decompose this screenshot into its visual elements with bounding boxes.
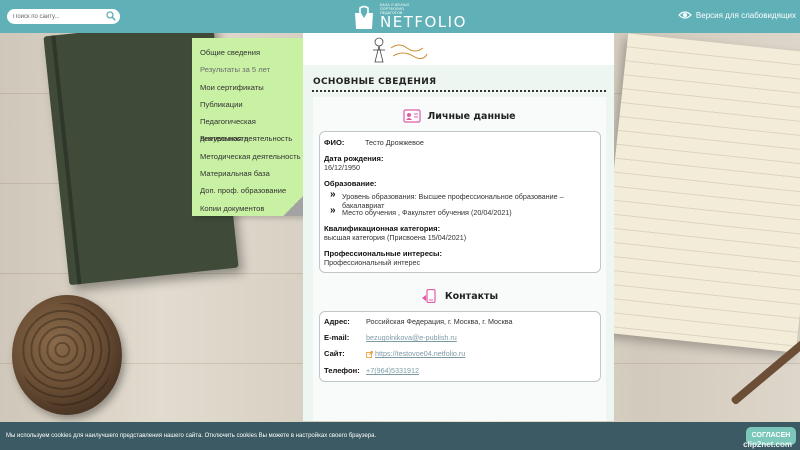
sidebar-item-results[interactable]: Результаты за 5 лет [192,61,303,78]
phone-link[interactable]: +7(964)5331912 [366,366,419,375]
sidebar-item-pedagogical[interactable]: Педагогическая деятельность [192,113,303,143]
section-divider [312,90,606,92]
site-link-wrapper: https://testovoe04.netfolio.ru [366,349,465,358]
site-logo[interactable]: БАЗА УЧЕБНЫХ ПОРТФОЛИО ПЕДАГОГОВ NETFOLI… [352,3,467,30]
menu-page-fold [283,196,303,216]
visually-impaired-label: Версия для слабовидящих [695,10,796,20]
eye-icon [678,11,692,19]
address-value: Российская Федерация, г. Москва, г. Моск… [366,317,513,326]
phone-label: Телефон: [324,366,360,375]
sidebar-item-general[interactable]: Общие сведения [192,44,303,61]
school-logo-bar [303,33,614,65]
logo-wordmark: NETFOLIO [380,13,467,31]
section-title: ОСНОВНЫЕ СВЕДЕНИЯ [313,77,437,87]
external-link-icon [366,350,373,358]
search-box [7,9,120,24]
site-header: БАЗА УЧЕБНЫХ ПОРТФОЛИО ПЕДАГОГОВ NETFOLI… [0,0,800,33]
site-link[interactable]: https://testovoe04.netfolio.ru [375,349,465,358]
education-label: Образование: [324,179,377,188]
personal-data-title: Личные данные [427,110,516,122]
info-panel: Личные данные ФИО: Тесто Дрожжевое Дата … [313,97,606,421]
sidebar-item-methodical[interactable]: Методическая деятельность [192,148,303,165]
personal-data-header: Личные данные [313,109,606,123]
birth-date-label: Дата рождения: [324,154,384,163]
bullet-icon: » [330,205,336,216]
contacts-card: Адрес: Российская Федерация, г. Москва, … [319,311,601,382]
background-notebook [596,33,800,353]
site-label: Сайт: [324,349,345,358]
sidebar-item-material-base[interactable]: Материальная база [192,165,303,182]
visually-impaired-link[interactable]: Версия для слабовидящих [678,10,796,20]
fio-label: ФИО: [324,138,345,147]
school-logo [373,37,428,63]
personal-data-card: ФИО: Тесто Дрожжевое Дата рождения: 16/1… [319,131,601,273]
clip2net-watermark: clip2net.com [743,440,792,449]
contacts-title: Контакты [444,290,499,302]
phone-icon [421,289,436,303]
sidebar-item-publications[interactable]: Публикации [192,96,303,113]
briefcase-logo-icon [355,5,373,29]
interests-value: Профессиональный интерес [324,258,421,267]
cookie-banner: Мы используем cookies для наилучшего пре… [0,422,800,450]
contacts-header: Контакты [313,289,606,303]
address-label: Адрес: [324,317,350,326]
birth-date-value: 16/12/1950 [324,163,360,172]
fio-value: Тесто Дрожжевое [365,138,424,147]
search-icon[interactable] [106,11,116,21]
main-content: ОСНОВНЫЕ СВЕДЕНИЯ Личные данные ФИО: Тес… [303,33,614,421]
email-link[interactable]: bezugolnikova@e-publish.ru [366,333,457,342]
search-input[interactable] [13,13,105,20]
sidebar-menu: Общие сведения Результаты за 5 лет Мои с… [192,38,303,216]
email-label: E-mail: [324,333,350,342]
sidebar-item-extracurricular[interactable]: Внеурочная деятельность [192,130,303,147]
sidebar-item-certificates[interactable]: Мои сертификаты [192,79,303,96]
id-card-icon [403,109,421,123]
education-place: Место обучения , Факультет обучения (20/… [342,208,512,217]
qualification-label: Квалификационная категория: [324,224,441,233]
interests-label: Профессиональные интересы: [324,249,443,258]
cookie-text: Мы используем cookies для наилучшего пре… [6,433,377,439]
background-pinecone [12,295,122,415]
qualification-value: высшая категория (Присвоена 15/04/2021) [324,233,467,242]
bullet-icon: » [330,189,336,200]
